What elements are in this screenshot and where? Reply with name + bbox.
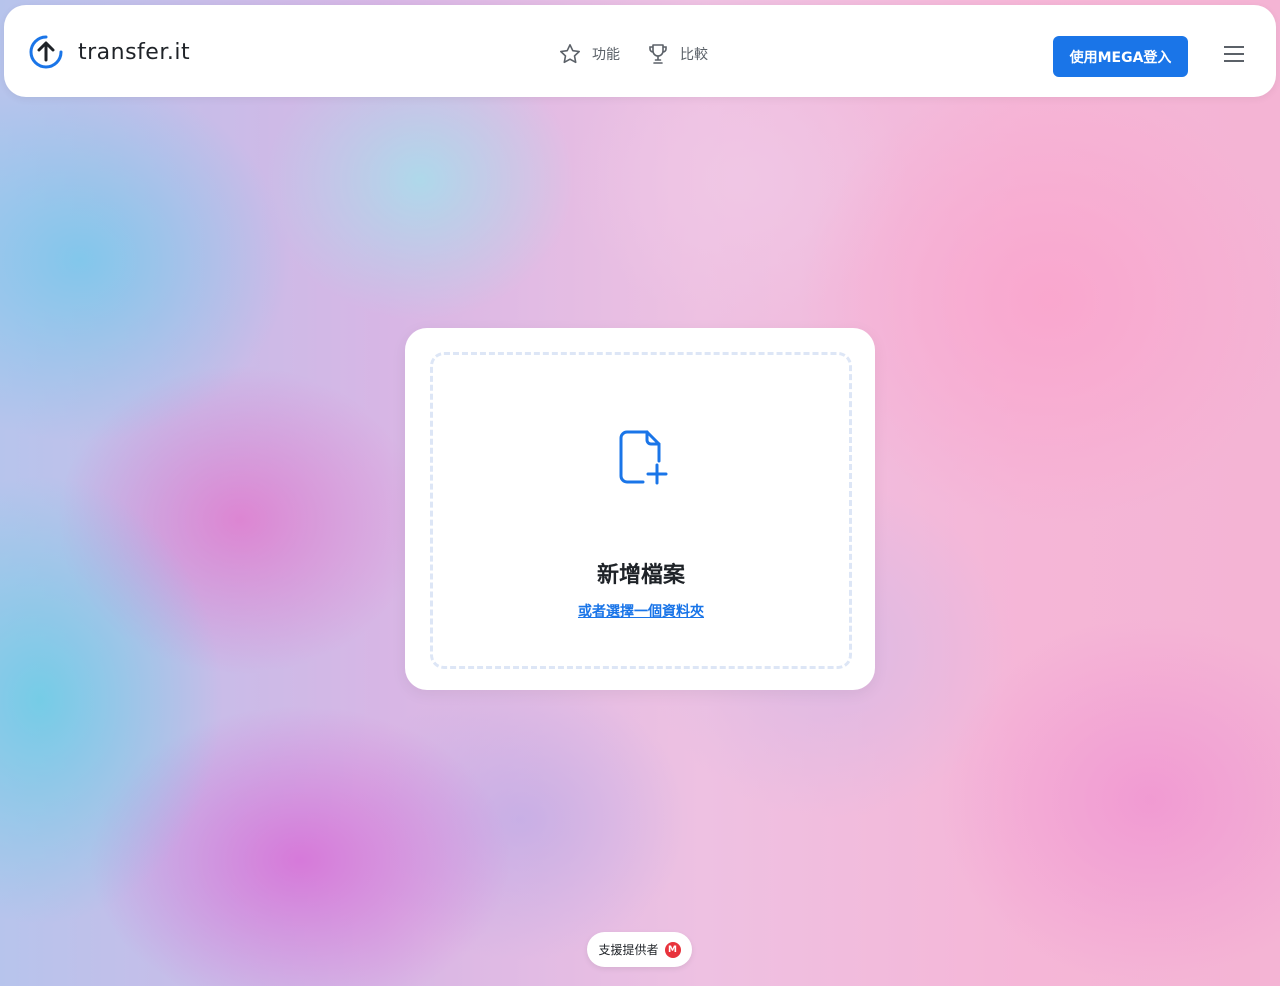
add-files-title[interactable]: 新增檔案 <box>433 557 849 589</box>
star-icon <box>560 44 580 64</box>
trophy-icon <box>649 44 667 64</box>
mega-logo-icon: M <box>664 941 681 958</box>
file-dropzone[interactable]: 新增檔案 或者選擇一個資料夾 <box>430 352 852 669</box>
top-navigation-bar: transfer.it 功能 比較 使用MEGA登入 <box>4 5 1276 97</box>
main-nav: 功能 比較 <box>558 41 708 67</box>
upload-arrow-logo-icon <box>29 35 63 69</box>
nav-item-label: 功能 <box>592 47 620 63</box>
select-folder-link[interactable]: 或者選擇一個資料夾 <box>433 601 849 621</box>
powered-by-badge[interactable]: 支援提供者 M <box>587 932 692 967</box>
mega-login-button[interactable]: 使用MEGA登入 <box>1053 36 1188 77</box>
file-add-icon <box>619 430 668 485</box>
nav-item-features[interactable]: 功能 <box>558 42 620 66</box>
powered-by-label: 支援提供者 <box>598 943 659 957</box>
nav-item-compare[interactable]: 比較 <box>646 42 708 66</box>
upload-card: 新增檔案 或者選擇一個資料夾 <box>405 328 875 690</box>
logo[interactable]: transfer.it <box>28 32 190 72</box>
logo-text: transfer.it <box>78 39 191 65</box>
nav-item-label: 比較 <box>680 47 708 63</box>
hamburger-menu-icon[interactable] <box>1222 43 1246 67</box>
